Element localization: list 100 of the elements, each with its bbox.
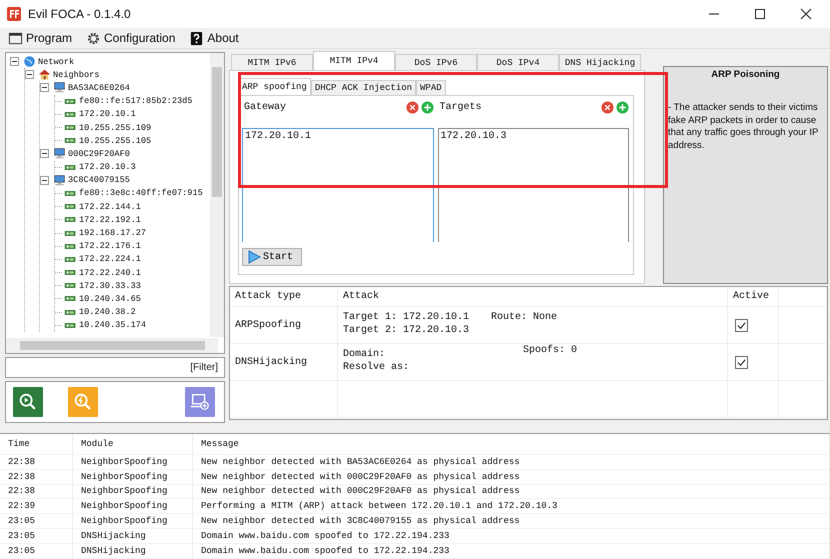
table-cell: NeighborSpoofing bbox=[73, 499, 193, 514]
table-cell: 22:38 bbox=[0, 484, 73, 498]
tree-item[interactable]: 10.255.255.109 bbox=[79, 122, 152, 133]
menu-item[interactable]: About bbox=[207, 31, 239, 45]
tree-item[interactable]: 10.255.255.105 bbox=[79, 136, 152, 146]
tree-item[interactable]: 172.22.240.1 bbox=[79, 268, 141, 278]
column-header[interactable]: Attack bbox=[338, 287, 728, 306]
table-cell: NeighborSpoofing bbox=[73, 470, 193, 484]
tree-item[interactable]: 172.22.144.1 bbox=[79, 202, 141, 212]
checkbox[interactable] bbox=[735, 356, 748, 368]
table-cell: 23:05 bbox=[0, 514, 73, 528]
collapse-icon[interactable] bbox=[40, 83, 49, 92]
tab[interactable]: WPAD bbox=[416, 80, 446, 95]
tree-item[interactable]: 172.20.10.1 bbox=[79, 109, 136, 120]
remove-icon[interactable] bbox=[406, 100, 418, 114]
maximize-icon[interactable] bbox=[754, 8, 766, 20]
table-cell: Resolve as: bbox=[343, 361, 410, 374]
tree-item[interactable]: 3C8C40079155 bbox=[68, 175, 130, 186]
tab[interactable]: MITM IPv4 bbox=[313, 51, 395, 70]
table-cell: ARPSpoofing bbox=[235, 320, 302, 330]
menu-item[interactable]: Program bbox=[26, 31, 72, 45]
tab[interactable]: DHCP ACK Injection bbox=[310, 80, 416, 95]
menu-item[interactable]: Configuration bbox=[104, 31, 176, 45]
info-text: - The attacker sends to their victims fake ARP packets in order to cause that any traffic goes through your IP address. bbox=[668, 102, 820, 152]
table-cell: DNSHijacking bbox=[73, 528, 193, 543]
table-cell: Target 1: 172.20.10.1 bbox=[343, 311, 470, 324]
column-header[interactable]: Attack type bbox=[230, 287, 338, 306]
tree-item[interactable]: 172.30.33.33 bbox=[79, 280, 141, 291]
tree-item[interactable]: 172.22.224.1 bbox=[79, 254, 141, 264]
window-icon bbox=[8, 30, 23, 46]
table-cell: New neighbor detected with BA53AC6E0264 as physical address bbox=[193, 455, 830, 469]
add-computer-button[interactable] bbox=[185, 387, 215, 417]
table-cell: Route: None bbox=[490, 311, 557, 324]
table-cell: 22:39 bbox=[0, 499, 73, 514]
tree-item[interactable]: 192.168.17.27 bbox=[79, 228, 146, 238]
table-cell-text: Domain: bbox=[343, 348, 386, 361]
close-icon[interactable] bbox=[800, 8, 812, 20]
tab[interactable]: ARP spoofing bbox=[238, 78, 311, 95]
collapse-icon[interactable] bbox=[40, 149, 49, 158]
checkbox[interactable] bbox=[735, 318, 748, 332]
tree-item[interactable]: fe80::3e8c:40ff:fe07:915 bbox=[79, 188, 203, 198]
list-box[interactable]: 172.20.10.1 bbox=[242, 128, 434, 242]
scan-button[interactable] bbox=[13, 387, 43, 417]
start-button[interactable]: Start bbox=[242, 248, 302, 266]
tree-item[interactable]: 172.22.192.1 bbox=[79, 214, 141, 225]
table-cell: Performing a MITM (ARP) attack between 172.20.10.1 and 172.20.10.3 bbox=[193, 499, 830, 514]
table-cell: NeighborSpoofing bbox=[73, 514, 193, 528]
collapse-icon[interactable] bbox=[10, 57, 19, 66]
column-header[interactable]: Time bbox=[0, 434, 73, 454]
filter-link[interactable]: [Filter] bbox=[190, 362, 218, 373]
table-cell: New neighbor detected with 000C29F20AF0 as physical address bbox=[193, 484, 830, 498]
tree-item[interactable]: BA53AC6E0264 bbox=[68, 82, 130, 93]
tree-item[interactable]: 10.240.34.65 bbox=[79, 294, 141, 304]
window-title: Evil FOCA - 0.1.4.0 bbox=[28, 7, 132, 21]
computer-icon bbox=[53, 147, 66, 160]
tree-item[interactable]: 10.240.38.2 bbox=[79, 307, 136, 318]
gear-icon bbox=[86, 30, 102, 46]
horizontal-scrollbar[interactable] bbox=[6, 338, 218, 353]
table-cell: Domain www.baidu.com spoofed to 172.22.194.233 bbox=[193, 528, 830, 543]
tree-item[interactable]: 172.20.10.3 bbox=[79, 162, 136, 172]
table-cell: New neighbor detected with 000C29F20AF0 as physical address bbox=[193, 470, 830, 484]
collapse-icon[interactable] bbox=[40, 176, 49, 185]
tree-item[interactable]: 000C29F20AF0 bbox=[68, 148, 130, 159]
column-header[interactable]: Active bbox=[728, 287, 779, 306]
vertical-scrollbar[interactable] bbox=[210, 53, 224, 337]
tree-item[interactable]: 172.22.176.1 bbox=[79, 241, 141, 252]
tree-item[interactable]: 10.240.35.174 bbox=[79, 320, 146, 330]
tree-item[interactable]: fe80::fe:517:85b2:23d5 bbox=[79, 96, 192, 106]
list-item[interactable]: 172.20.10.3 bbox=[440, 131, 626, 142]
tab[interactable]: DoS IPv6 bbox=[395, 54, 477, 70]
list-box[interactable]: 172.20.10.3 bbox=[438, 128, 629, 242]
computer-icon bbox=[53, 174, 66, 187]
column-header[interactable]: Module bbox=[73, 434, 193, 454]
tab[interactable]: MITM IPv6 bbox=[231, 54, 313, 70]
tab[interactable]: DNS Hijacking bbox=[559, 54, 641, 70]
tree-item[interactable]: Neighbors bbox=[53, 70, 100, 80]
tree-item[interactable]: Network bbox=[38, 56, 74, 67]
tab[interactable]: DoS IPv4 bbox=[477, 54, 559, 70]
list-label: Targets bbox=[438, 102, 483, 112]
list-label: Gateway bbox=[243, 102, 288, 112]
house-icon bbox=[38, 68, 51, 82]
table-cell: NeighborSpoofing bbox=[73, 455, 193, 469]
globe-icon bbox=[23, 55, 36, 68]
table-cell: Target 2: 172.20.10.3 bbox=[343, 324, 470, 337]
computer-plus-icon bbox=[189, 391, 211, 413]
remove-icon[interactable] bbox=[601, 100, 614, 114]
computer-icon bbox=[53, 81, 66, 94]
table-cell: 23:05 bbox=[0, 544, 73, 558]
table-cell: New neighbor detected with 3C8C40079155 as physical address bbox=[193, 514, 830, 528]
add-icon[interactable] bbox=[616, 100, 629, 114]
help-icon bbox=[189, 30, 204, 46]
column-header[interactable]: Message bbox=[193, 434, 830, 454]
add-icon[interactable] bbox=[420, 100, 434, 114]
info-title: ARP Poisoning bbox=[710, 69, 781, 80]
list-item[interactable]: 172.20.10.1 bbox=[245, 131, 430, 142]
collapse-icon[interactable] bbox=[25, 70, 34, 80]
table-cell: DNSHijacking bbox=[235, 356, 308, 368]
app-logo-icon bbox=[6, 6, 22, 22]
table-cell: 22:38 bbox=[0, 455, 73, 469]
table-cell: NeighborSpoofing bbox=[73, 484, 193, 498]
